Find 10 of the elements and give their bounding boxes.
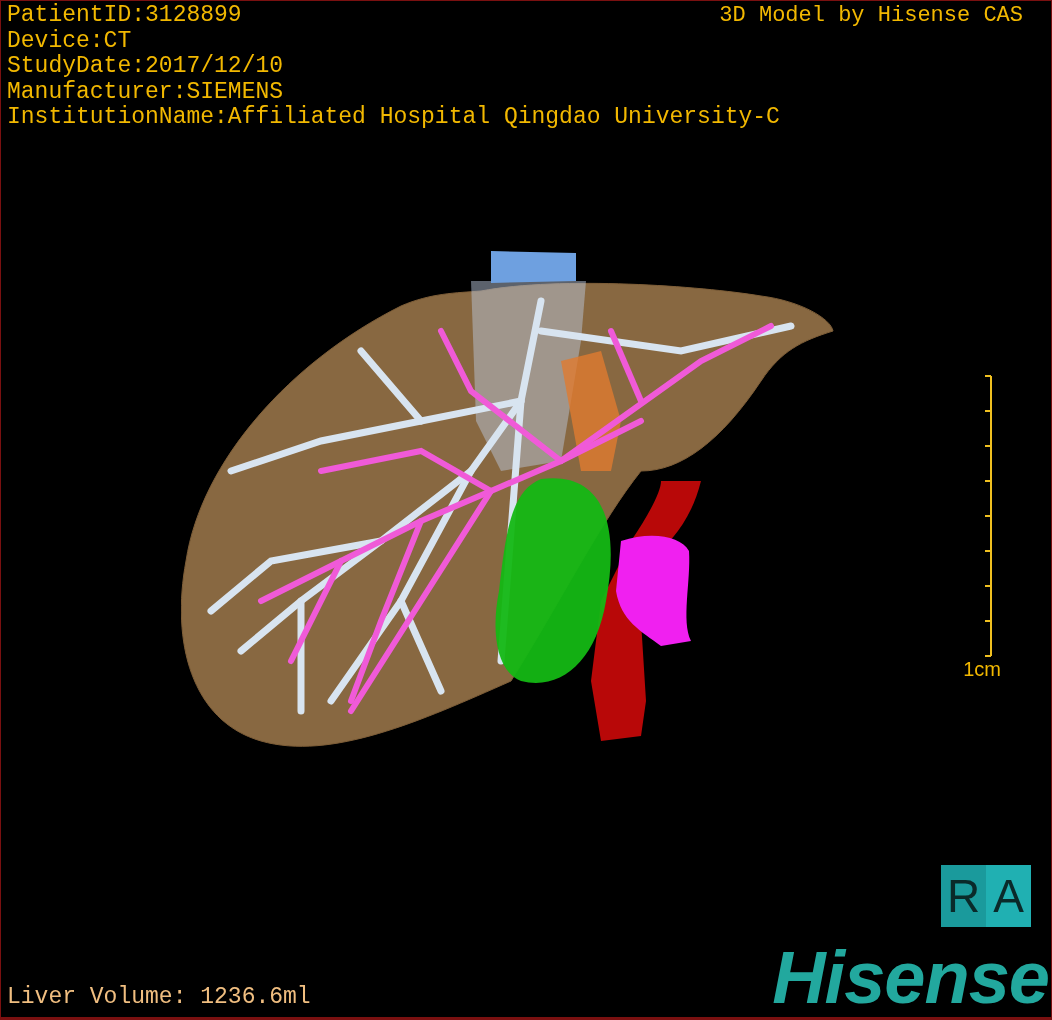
study-info-line: StudyDate:2017/12/10 xyxy=(7,54,285,80)
render-viewport[interactable]: PatientID:3128899 3D Model by Hisense CAS Device:CT StudyDate:2017/12/10 Manufacturer:SIEMENS InstitutionName:Affiliated Hospital Qingdao University-C 1cm Liver Volume: 1236.6ml R A Hisense xyxy=(0,0,1052,1020)
study-info-line: PatientID:3128899 xyxy=(7,3,242,29)
liver-volume-readout: Liver Volume: 1236.6ml xyxy=(7,983,311,1011)
study-info-line: Device:CT xyxy=(7,28,133,54)
study-info-line: InstitutionName:Affiliated Hospital Qingdao University-C xyxy=(7,105,781,131)
scale-label: 1cm xyxy=(963,656,1001,681)
study-info-line: Manufacturer:SIEMENS xyxy=(7,79,285,105)
brand-logo: Hisense xyxy=(772,943,1049,1013)
model-title: 3D Model by Hisense CAS xyxy=(719,3,1023,29)
